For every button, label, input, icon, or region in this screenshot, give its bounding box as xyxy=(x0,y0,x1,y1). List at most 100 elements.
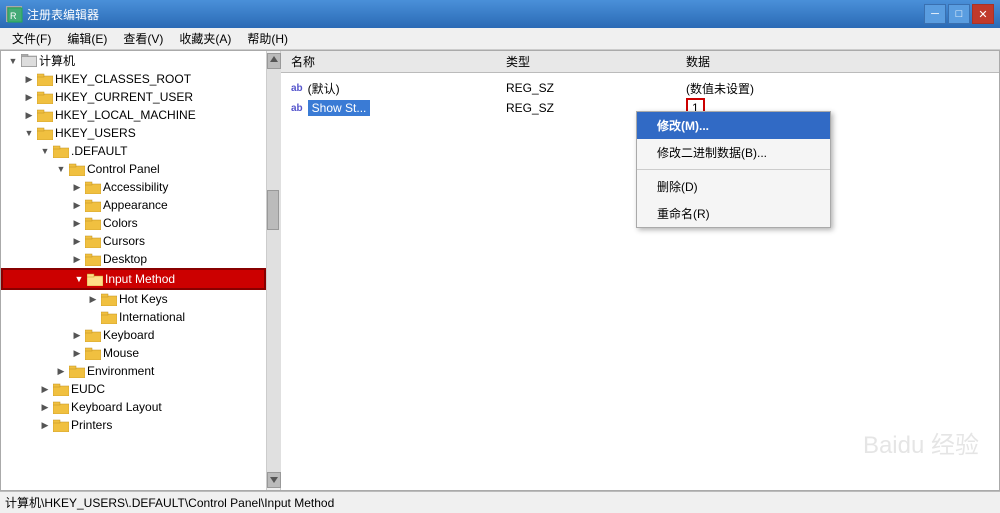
menu-file[interactable]: 文件(F) xyxy=(4,28,59,49)
tree-item-keyboard[interactable]: ▶ Keyboard xyxy=(1,326,266,344)
expander-controlpanel[interactable]: ▼ xyxy=(53,161,69,177)
expander-keyboardlayout[interactable]: ▶ xyxy=(37,399,53,415)
tree-item-cursors[interactable]: ▶ Cursors xyxy=(1,232,266,250)
expander-appearance[interactable]: ▶ xyxy=(69,197,85,213)
tree-label-computer: 计算机 xyxy=(39,52,75,69)
tree-item-appearance[interactable]: ▶ Appearance xyxy=(1,196,266,214)
tree-item-hkcr[interactable]: ▶ HKEY_CLASSES_ROOT xyxy=(1,70,266,88)
tree-label-keyboardlayout: Keyboard Layout xyxy=(71,400,162,414)
title-bar-left: R 注册表编辑器 xyxy=(6,6,99,23)
col-header-type: 类型 xyxy=(506,53,686,70)
ab-icon-2: ab xyxy=(291,103,303,114)
keyboardlayout-folder-icon xyxy=(53,401,69,414)
svg-text:R: R xyxy=(10,11,17,21)
ctx-item-modify-binary[interactable]: 修改二进制数据(B)... xyxy=(637,139,830,166)
eudc-folder-icon xyxy=(53,383,69,396)
expander-accessibility[interactable]: ▶ xyxy=(69,179,85,195)
accessibility-folder-icon xyxy=(85,181,101,194)
expander-hkcu[interactable]: ▶ xyxy=(21,89,37,105)
expander-desktop[interactable]: ▶ xyxy=(69,251,85,267)
tree-item-accessibility[interactable]: ▶ Accessibility xyxy=(1,178,266,196)
computer-icon xyxy=(21,54,37,67)
tree-item-international[interactable]: International xyxy=(1,308,266,326)
tree-label-environment: Environment xyxy=(87,364,154,378)
maximize-button[interactable]: □ xyxy=(948,4,970,24)
expander-mouse[interactable]: ▶ xyxy=(69,345,85,361)
expander-inputmethod[interactable]: ▼ xyxy=(71,271,87,287)
ctx-item-delete[interactable]: 删除(D) xyxy=(637,173,830,200)
scroll-thumb[interactable] xyxy=(267,190,279,230)
expander-eudc[interactable]: ▶ xyxy=(37,381,53,397)
context-menu: 修改(M)... 修改二进制数据(B)... 删除(D) 重命名(R) xyxy=(636,111,831,228)
scroll-down-arrow[interactable] xyxy=(267,472,281,488)
window-title: 注册表编辑器 xyxy=(27,6,99,23)
expander-computer[interactable]: ▼ xyxy=(5,53,21,69)
col-header-data: 数据 xyxy=(686,53,994,70)
menu-edit[interactable]: 编辑(E) xyxy=(59,28,115,49)
expander-colors[interactable]: ▶ xyxy=(69,215,85,231)
tree-label-keyboard: Keyboard xyxy=(103,328,154,342)
tree-label-printers: Printers xyxy=(71,418,112,432)
menu-help[interactable]: 帮助(H) xyxy=(239,28,296,49)
tree-scrollbar[interactable] xyxy=(266,51,280,490)
tree-item-controlpanel[interactable]: ▼ Control Panel xyxy=(1,160,266,178)
expander-printers[interactable]: ▶ xyxy=(37,417,53,433)
row-label-showstr: Show St... xyxy=(308,100,371,116)
tree-item-colors[interactable]: ▶ Colors xyxy=(1,214,266,232)
tree-item-hkcu[interactable]: ▶ HKEY_CURRENT_USER xyxy=(1,88,266,106)
tree-item-mouse[interactable]: ▶ Mouse xyxy=(1,344,266,362)
tree-item-environment[interactable]: ▶ Environment xyxy=(1,362,266,380)
tree-label-hkcu: HKEY_CURRENT_USER xyxy=(55,90,193,104)
main-content: ▼ 计算机 ▶ HKEY_CLASSES_ROOT xyxy=(0,50,1000,491)
expander-default[interactable]: ▼ xyxy=(37,143,53,159)
close-button[interactable]: ✕ xyxy=(972,4,994,24)
tree-item-eudc[interactable]: ▶ EUDC xyxy=(1,380,266,398)
tree-item-hklm[interactable]: ▶ HKEY_LOCAL_MACHINE xyxy=(1,106,266,124)
menu-view[interactable]: 查看(V) xyxy=(115,28,171,49)
scroll-up-arrow[interactable] xyxy=(267,53,281,69)
scroll-track[interactable] xyxy=(267,69,281,472)
expander-hku[interactable]: ▼ xyxy=(21,125,37,141)
expander-keyboard[interactable]: ▶ xyxy=(69,327,85,343)
row-type-default: REG_SZ xyxy=(506,81,686,95)
col-header-name: 名称 xyxy=(286,53,506,70)
column-headers: 名称 类型 数据 xyxy=(281,51,999,73)
expander-international[interactable] xyxy=(85,309,101,325)
tree-item-hku[interactable]: ▼ HKEY_USERS xyxy=(1,124,266,142)
printers-folder-icon xyxy=(53,419,69,432)
ctx-item-modify[interactable]: 修改(M)... xyxy=(637,112,830,139)
inputmethod-folder-icon xyxy=(87,273,103,286)
tree-item-hotkeys[interactable]: ▶ Hot Keys xyxy=(1,290,266,308)
right-panel: 名称 类型 数据 ab (默认) REG_SZ (数值未设置) ab xyxy=(281,51,999,490)
keyboard-folder-icon xyxy=(85,329,101,342)
tree-item-default[interactable]: ▼ .DEFAULT xyxy=(1,142,266,160)
expander-hklm[interactable]: ▶ xyxy=(21,107,37,123)
ab-icon-1: ab xyxy=(291,83,303,94)
cursors-folder-icon xyxy=(85,235,101,248)
tree-label-hkcr: HKEY_CLASSES_ROOT xyxy=(55,72,191,86)
expander-cursors[interactable]: ▶ xyxy=(69,233,85,249)
expander-environment[interactable]: ▶ xyxy=(53,363,69,379)
default-folder-icon xyxy=(53,145,69,158)
status-text: 计算机\HKEY_USERS\.DEFAULT\Control Panel\In… xyxy=(5,494,334,511)
hkcu-folder-icon xyxy=(37,91,53,104)
expander-hotkeys[interactable]: ▶ xyxy=(85,291,101,307)
tree-item-computer[interactable]: ▼ 计算机 xyxy=(1,51,266,70)
tree-label-international: International xyxy=(119,310,185,324)
tree-item-desktop[interactable]: ▶ Desktop xyxy=(1,250,266,268)
window-controls: ─ □ ✕ xyxy=(924,4,994,24)
minimize-button[interactable]: ─ xyxy=(924,4,946,24)
tree-label-appearance: Appearance xyxy=(103,198,168,212)
menu-favorites[interactable]: 收藏夹(A) xyxy=(171,28,239,49)
colors-folder-icon xyxy=(85,217,101,230)
app-icon: R xyxy=(6,6,22,22)
tree-panel: ▼ 计算机 ▶ HKEY_CLASSES_ROOT xyxy=(1,51,281,490)
ctx-item-rename[interactable]: 重命名(R) xyxy=(637,200,830,227)
tree-item-inputmethod[interactable]: ▼ Input Method xyxy=(1,268,266,290)
row-name-showstr: ab Show St... xyxy=(291,100,506,116)
table-row[interactable]: ab (默认) REG_SZ (数值未设置) xyxy=(286,78,994,98)
menu-bar: 文件(F) 编辑(E) 查看(V) 收藏夹(A) 帮助(H) xyxy=(0,28,1000,50)
expander-hkcr[interactable]: ▶ xyxy=(21,71,37,87)
tree-item-printers[interactable]: ▶ Printers xyxy=(1,416,266,434)
tree-item-keyboardlayout[interactable]: ▶ Keyboard Layout xyxy=(1,398,266,416)
